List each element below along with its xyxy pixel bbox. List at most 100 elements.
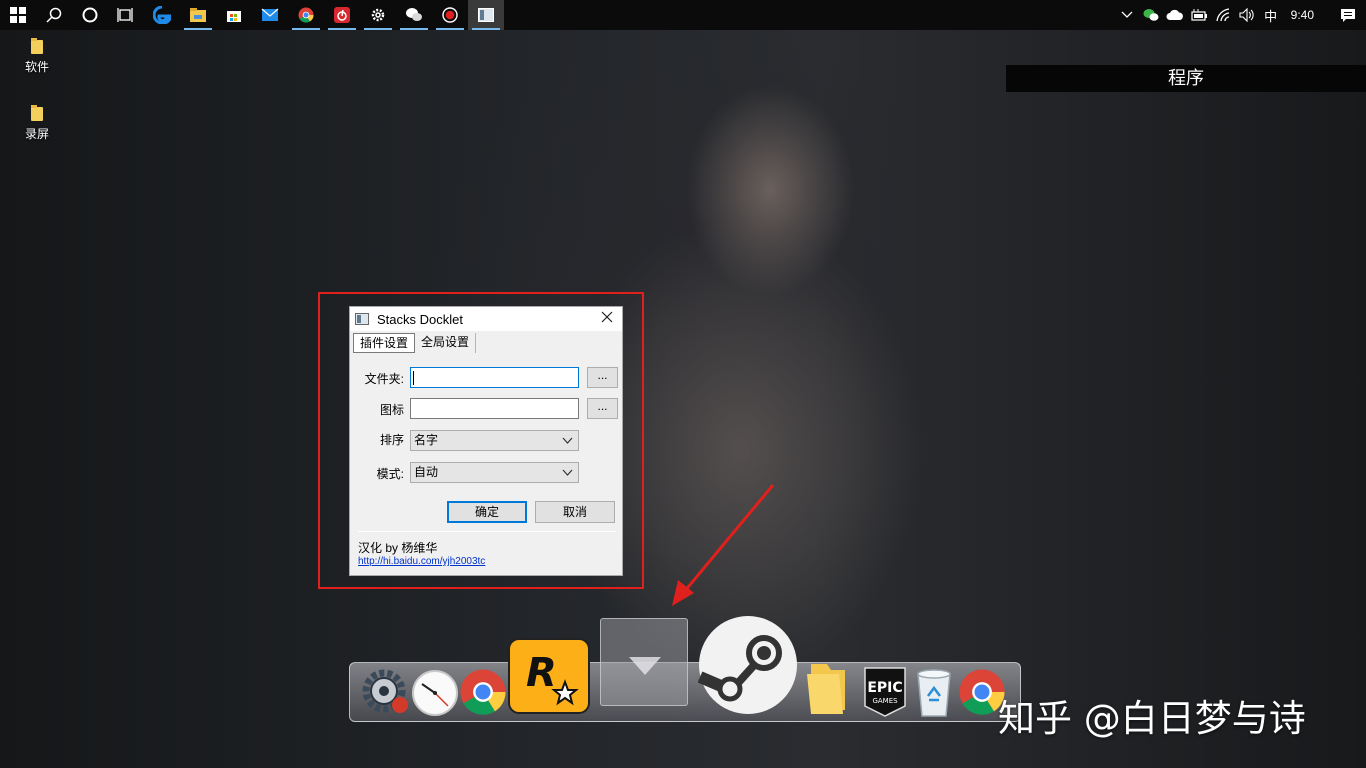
dialog-title-bar[interactable]: Stacks Docklet xyxy=(350,307,622,331)
tray-wechat[interactable] xyxy=(1139,0,1163,30)
close-button[interactable] xyxy=(598,310,616,328)
dock-clock-item[interactable] xyxy=(410,668,460,718)
mode-selected-value: 自动 xyxy=(414,465,439,479)
tab-plugin-settings[interactable]: 插件设置 xyxy=(353,333,416,353)
start-button[interactable] xyxy=(0,0,36,30)
chevron-up-icon xyxy=(1121,11,1133,18)
dock-chrome-item[interactable] xyxy=(459,668,507,716)
mode-label: 模式: xyxy=(376,467,404,481)
speaker-icon xyxy=(1239,8,1254,22)
windows-icon xyxy=(10,7,26,23)
show-hidden-icons-button[interactable] xyxy=(1115,0,1139,30)
tray-volume[interactable] xyxy=(1235,0,1259,30)
sort-row: 排序 名字 xyxy=(350,430,624,452)
dock-settings-item[interactable] xyxy=(360,665,412,717)
close-icon xyxy=(601,311,613,323)
dock-steam-item[interactable] xyxy=(698,615,798,715)
icon-label: 图标 xyxy=(379,403,404,417)
folder-icon xyxy=(190,8,206,22)
store-button[interactable] xyxy=(216,0,252,30)
store-icon xyxy=(227,11,241,22)
wifi-icon xyxy=(1215,8,1229,22)
netease-music-button[interactable] xyxy=(324,0,360,30)
file-explorer-button[interactable] xyxy=(180,0,216,30)
action-center-button[interactable] xyxy=(1330,0,1366,30)
netease-music-icon xyxy=(334,7,350,23)
dock-folder-item[interactable] xyxy=(805,660,849,716)
folder-input[interactable] xyxy=(410,367,579,388)
folder-icon xyxy=(31,38,43,54)
watermark: 知乎 @白日梦与诗 xyxy=(998,697,1306,740)
dialog-tabs: 插件设置 全局设置 xyxy=(350,331,622,353)
recorder-button[interactable] xyxy=(432,0,468,30)
task-view-button[interactable] xyxy=(108,0,144,30)
chevron-down-icon xyxy=(562,469,573,476)
ok-button[interactable]: 确定 xyxy=(447,501,527,523)
mode-select[interactable]: 自动 xyxy=(410,462,579,483)
edge-icon xyxy=(153,6,171,24)
wechat-icon xyxy=(406,8,422,21)
cancel-button[interactable]: 取消 xyxy=(535,501,615,523)
gear-icon xyxy=(371,8,385,22)
epic-text: EPIC xyxy=(867,680,902,696)
ime-indicator[interactable]: 中 xyxy=(1259,0,1283,30)
annotation-arrow-icon xyxy=(672,484,775,606)
sort-select[interactable]: 名字 xyxy=(410,430,579,451)
programs-label: 程序 xyxy=(1006,65,1366,92)
folder-icon xyxy=(31,105,43,121)
divider xyxy=(358,531,616,532)
clock-icon xyxy=(412,670,458,716)
clock[interactable]: 9:40 xyxy=(1283,0,1330,30)
search-button[interactable] xyxy=(36,0,72,30)
steam-icon xyxy=(698,616,797,714)
folder-browse-button[interactable]: ... xyxy=(587,367,618,388)
desktop-icon-screen-record[interactable]: 录屏 xyxy=(7,105,67,142)
tray-wifi[interactable] xyxy=(1211,0,1235,30)
rockstar-icon: R xyxy=(508,638,590,714)
chrome-button[interactable] xyxy=(288,0,324,30)
tray-battery[interactable] xyxy=(1187,0,1211,30)
credit-link[interactable]: http://hi.baidu.com/yjh2003tc xyxy=(358,556,485,567)
record-icon xyxy=(442,7,458,23)
icon-row: 图标 ... xyxy=(350,398,624,420)
sort-label: 排序 xyxy=(379,433,404,447)
stacks-docklet-dialog: Stacks Docklet 插件设置 全局设置 文件夹: ... 图标 ...… xyxy=(349,306,623,576)
mail-icon xyxy=(261,8,279,21)
wechat-icon xyxy=(1143,9,1159,21)
epic-sub-text: GAMES xyxy=(872,697,898,705)
task-view-icon xyxy=(117,8,133,22)
battery-plug-icon xyxy=(1191,9,1207,21)
dock-epic-item[interactable]: EPIC GAMES xyxy=(863,666,907,718)
cloud-icon xyxy=(1166,9,1183,20)
dock-stack-item[interactable] xyxy=(600,618,688,706)
chevron-down-icon xyxy=(562,437,573,444)
search-icon xyxy=(46,7,62,23)
cortana-button[interactable] xyxy=(72,0,108,30)
window-icon xyxy=(478,8,494,22)
sort-selected-value: 名字 xyxy=(414,433,439,447)
dialog-title: Stacks Docklet xyxy=(377,311,463,327)
gear-icon xyxy=(362,669,408,713)
edge-button[interactable] xyxy=(144,0,180,30)
icon-browse-button[interactable]: ... xyxy=(587,398,618,419)
system-tray: 中 9:40 xyxy=(1115,0,1366,30)
text-caret xyxy=(413,371,414,385)
recycle-bin-icon xyxy=(917,669,951,717)
mode-row: 模式: 自动 xyxy=(350,462,624,484)
wechat-button[interactable] xyxy=(396,0,432,30)
stacks-docklet-button[interactable] xyxy=(468,0,504,30)
desktop-icon-software[interactable]: 软件 xyxy=(7,38,67,75)
icon-input[interactable] xyxy=(410,398,579,419)
folder-row: 文件夹: ... xyxy=(350,367,624,389)
dock-rockstar-item[interactable]: R xyxy=(508,638,590,714)
dock-recycle-bin-item[interactable] xyxy=(914,666,954,718)
desktop-icon-label: 软件 xyxy=(24,60,49,74)
chrome-icon xyxy=(460,669,506,715)
mail-button[interactable] xyxy=(252,0,288,30)
folder-icon xyxy=(807,664,845,714)
notification-icon xyxy=(1341,8,1355,22)
tab-global-settings[interactable]: 全局设置 xyxy=(415,333,477,353)
tray-onedrive[interactable] xyxy=(1163,0,1187,30)
app-window-icon xyxy=(355,313,369,325)
settings-button[interactable] xyxy=(360,0,396,30)
